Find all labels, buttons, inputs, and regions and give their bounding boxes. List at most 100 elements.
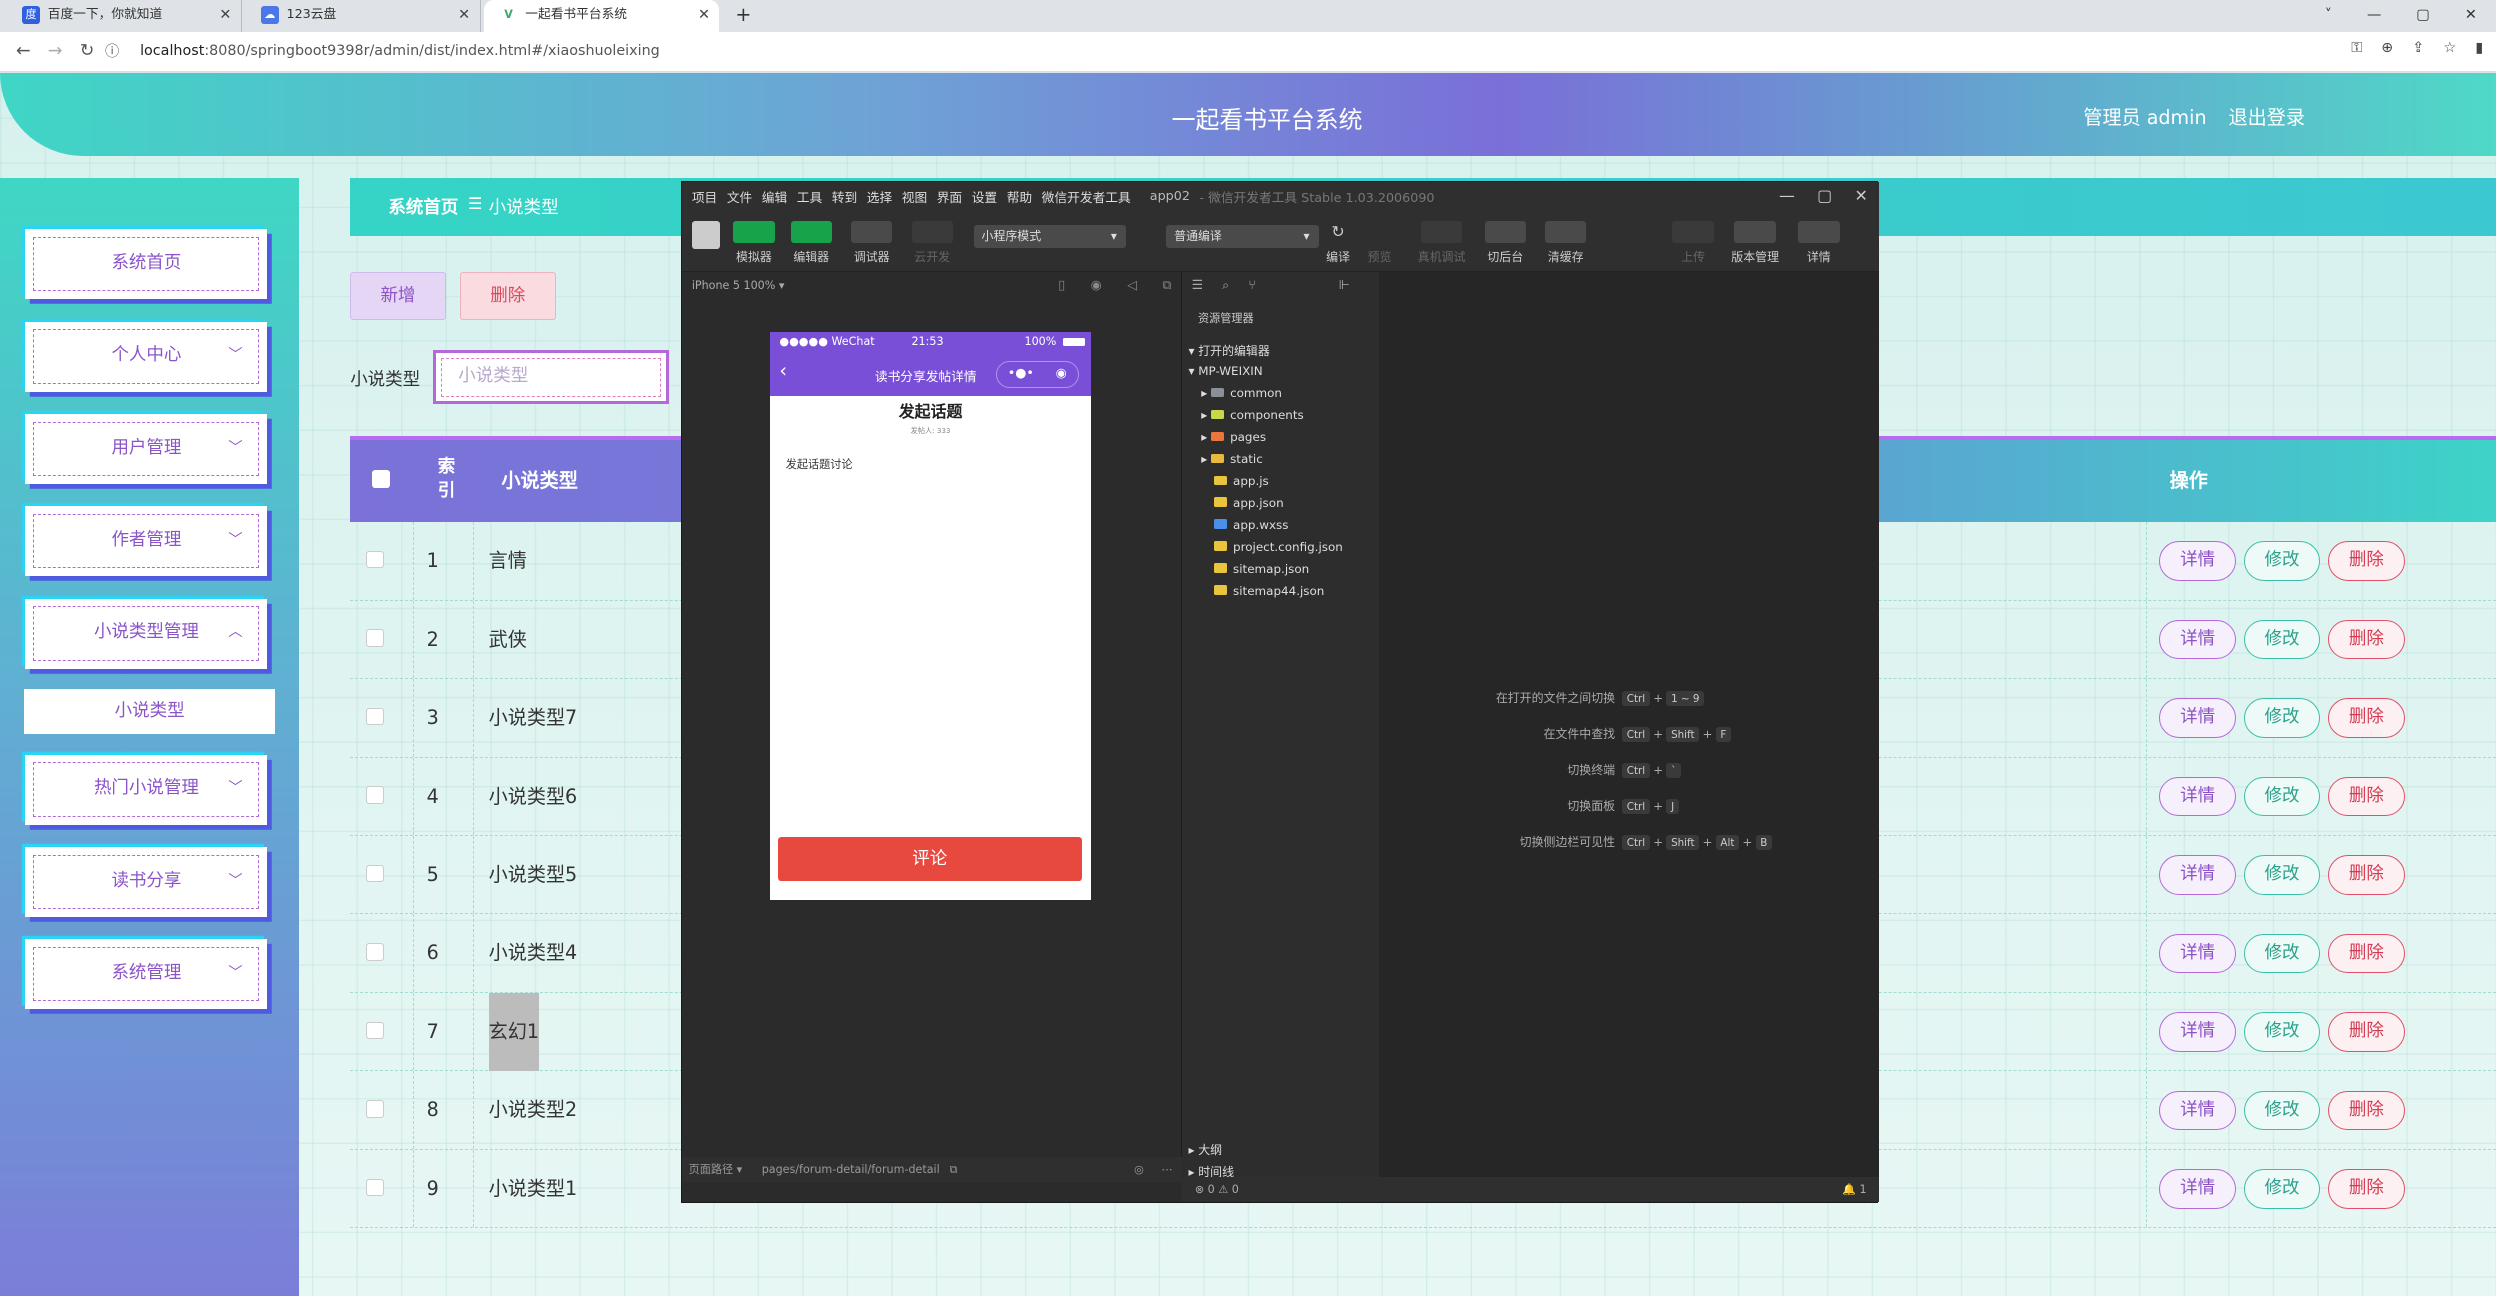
preview-button[interactable]: 预览 (1364, 221, 1396, 265)
edit-button[interactable]: 修改 (2243, 619, 2321, 660)
close-icon[interactable]: ✕ (1854, 182, 1867, 209)
outline-section[interactable]: ▸ 大纲 (1188, 1141, 1222, 1158)
copy-icon[interactable]: ⧉ (950, 1163, 958, 1176)
edit-button[interactable]: 修改 (2243, 933, 2321, 974)
file-item[interactable]: sitemap44.json (1213, 584, 1324, 598)
cloud-dev-button[interactable]: 云开发 (908, 220, 956, 265)
remote-debug-button[interactable]: 真机调试 (1415, 220, 1469, 265)
minimize-icon[interactable]: — (1779, 182, 1795, 209)
row-checkbox[interactable] (366, 786, 384, 804)
edit-button[interactable]: 修改 (2243, 855, 2321, 895)
info-icon[interactable]: ⓘ (105, 41, 119, 63)
compile-mode-select[interactable]: 普通编译 ▾ (1166, 225, 1319, 248)
new-tab-button[interactable]: + (735, 0, 751, 30)
row-delete-button[interactable]: 删除 (2328, 541, 2405, 581)
sidebar-item-system[interactable]: 系统管理 ﹀ (25, 939, 268, 1010)
detail-button[interactable]: 详情 (2159, 776, 2236, 817)
row-delete-button[interactable]: 删除 (2328, 933, 2405, 974)
simulator-button[interactable]: 模拟器 (730, 220, 778, 265)
tab-search-icon[interactable]: ˅ (2325, 0, 2332, 32)
split-icon[interactable]: ⊩ (1339, 278, 1350, 293)
row-checkbox[interactable] (366, 1178, 384, 1197)
devtools-menu-item[interactable]: 项目 (692, 187, 717, 206)
folder-item[interactable]: ▸ static (1201, 452, 1263, 466)
close-icon[interactable]: ✕ (698, 0, 710, 30)
file-item[interactable]: project.config.json (1213, 540, 1343, 554)
compile-button[interactable]: ↻ 编译 (1322, 221, 1354, 265)
edit-button[interactable]: 修改 (2243, 541, 2321, 581)
sound-icon[interactable]: ◁ (1127, 272, 1137, 301)
close-circle-icon[interactable]: ◉ (1056, 362, 1067, 387)
row-checkbox[interactable] (366, 1021, 384, 1040)
close-icon[interactable]: ✕ (219, 0, 231, 30)
row-checkbox[interactable] (366, 707, 384, 726)
edit-button[interactable]: 修改 (2243, 1168, 2321, 1209)
logout-link[interactable]: 退出登录 (2229, 106, 2305, 129)
edit-button[interactable]: 修改 (2243, 1012, 2321, 1052)
select-all-checkbox[interactable] (372, 470, 390, 488)
browser-tab-baidu[interactable]: 度 百度一下，你就知道 ✕ (6, 0, 242, 32)
row-checkbox[interactable] (366, 864, 384, 883)
phone-icon[interactable]: ▯ (1058, 272, 1065, 301)
problems-count[interactable]: ⊗ 0 ⚠ 0 (1195, 1183, 1239, 1196)
row-delete-button[interactable]: 删除 (2328, 1090, 2405, 1131)
capsule-menu[interactable]: •●• ◉ (995, 360, 1079, 388)
file-item[interactable]: app.json (1213, 496, 1284, 510)
details-button[interactable]: 详情 (1797, 220, 1842, 265)
sidebar-item-users[interactable]: 用户管理 ﹀ (25, 413, 268, 484)
detail-button[interactable]: 详情 (2159, 855, 2236, 895)
devtools-menu-item[interactable]: 选择 (867, 187, 892, 206)
path-label[interactable]: 页面路径 ▾ (689, 1163, 743, 1176)
devtools-menu-item[interactable]: 微信开发者工具 (1042, 187, 1131, 206)
sidebar-item-authors[interactable]: 作者管理 ﹀ (25, 506, 268, 577)
share-icon[interactable]: ⇪ (2412, 40, 2424, 56)
comment-button[interactable]: 评论 (777, 836, 1082, 882)
row-delete-button[interactable]: 删除 (2328, 776, 2405, 817)
sidepanel-icon[interactable]: ▮ (2475, 40, 2483, 56)
open-editors-section[interactable]: ▾ 打开的编辑器 (1188, 342, 1269, 359)
close-window-icon[interactable]: ✕ (2465, 0, 2477, 32)
project-section[interactable]: ▾ MP-WEIXIN (1188, 364, 1262, 378)
row-delete-button[interactable]: 删除 (2328, 1012, 2405, 1052)
breadcrumb-home[interactable]: 系统首页 (388, 194, 458, 219)
detail-button[interactable]: 详情 (2159, 619, 2236, 660)
row-checkbox[interactable] (366, 943, 384, 961)
avatar[interactable] (691, 220, 721, 250)
row-checkbox[interactable] (366, 1100, 384, 1118)
popout-icon[interactable]: ⧉ (1162, 272, 1171, 301)
maximize-icon[interactable]: ▢ (2416, 0, 2430, 32)
detail-button[interactable]: 详情 (2159, 1090, 2236, 1131)
devtools-menu-item[interactable]: 转到 (832, 187, 857, 206)
devtools-menu-item[interactable]: 视图 (902, 187, 927, 206)
edit-button[interactable]: 修改 (2243, 776, 2321, 817)
more-icon[interactable]: ⋯ (1161, 1157, 1172, 1182)
more-icon[interactable]: •●• (1008, 362, 1034, 387)
back-icon[interactable]: ← (16, 40, 31, 62)
browser-tab-active[interactable]: V 一起看书平台系统 ✕ (483, 0, 720, 32)
devtools-menu-item[interactable]: 编辑 (762, 187, 787, 206)
sidebar-item-home[interactable]: 系统首页 (25, 229, 268, 300)
notification-bell[interactable]: 🔔 1 (1842, 1177, 1866, 1202)
zoom-icon[interactable]: ⊕ (2381, 40, 2393, 56)
row-delete-button[interactable]: 删除 (2328, 698, 2405, 738)
sidebar-item-novel-types[interactable]: 小说类型管理 ︿ (25, 598, 268, 669)
sidebar-subitem-novel-type[interactable]: 小说类型 (23, 689, 276, 734)
detail-button[interactable]: 详情 (2159, 541, 2236, 581)
detail-button[interactable]: 详情 (2159, 1168, 2236, 1209)
sidebar-item-profile[interactable]: 个人中心 ﹀ (25, 321, 268, 392)
files-icon[interactable]: ☰ (1192, 278, 1203, 293)
back-icon[interactable]: ‹ (779, 359, 787, 382)
delete-button[interactable]: 删除 (460, 272, 556, 320)
folder-item[interactable]: ▸ components (1201, 408, 1304, 422)
file-item[interactable]: sitemap.json (1213, 562, 1309, 576)
eye-icon[interactable]: ◎ (1134, 1157, 1144, 1182)
minimize-icon[interactable]: — (2367, 0, 2381, 32)
row-delete-button[interactable]: 删除 (2328, 619, 2405, 660)
key-icon[interactable]: ⚿ (2351, 40, 2362, 56)
devtools-menu-item[interactable]: 帮助 (1007, 187, 1032, 206)
devtools-menu-item[interactable]: 界面 (937, 187, 962, 206)
add-button[interactable]: 新增 (350, 272, 446, 320)
sidebar-item-hot-novels[interactable]: 热门小说管理 ﹀ (25, 754, 268, 825)
clear-cache-button[interactable]: 清缓存 (1542, 220, 1590, 265)
search-icon[interactable]: ⌕ (1222, 278, 1229, 293)
